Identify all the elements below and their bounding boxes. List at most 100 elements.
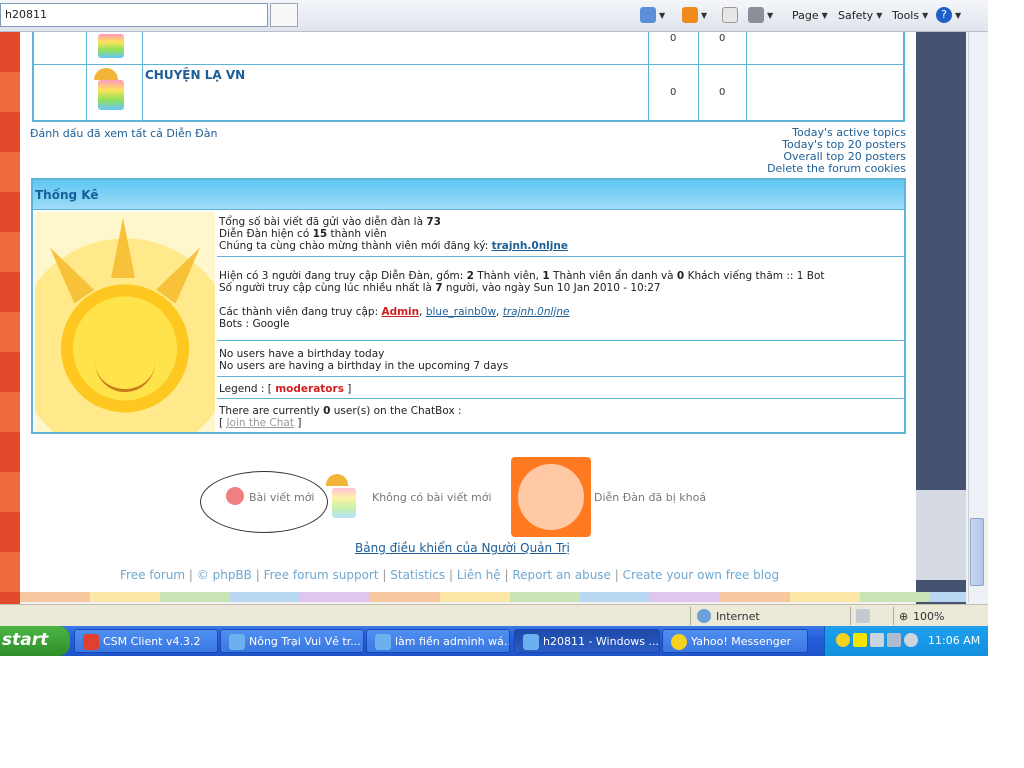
row-divider: [217, 376, 904, 377]
online-member-link[interactable]: trajnh.0nljne: [503, 306, 570, 318]
members-count: 15: [312, 228, 328, 240]
stats-birthdays: No users have a birthday today No users …: [219, 348, 904, 372]
left-decoration: [0, 32, 20, 606]
total-posts-label: Tổng số bài viết đã gửi vào diễn đàn là: [219, 216, 427, 228]
status-divider: [690, 607, 691, 625]
footer-separator: |: [382, 568, 387, 582]
join-chat-bracket: ]: [293, 417, 302, 429]
help-icon: ?: [936, 7, 952, 23]
stats-panel: Thống Kê Tổng số bài viết đã gửi vào diễ…: [31, 178, 906, 434]
footer-link[interactable]: Report an abuse: [512, 568, 611, 582]
delete-cookies-link[interactable]: Delete the forum cookies: [767, 163, 906, 175]
zoom-level[interactable]: 100%: [913, 610, 944, 623]
browser-toolbar: h20811 ▼ ▼ ▼ Page ▼ Safety ▼ Tools ▼ ? ▼: [0, 0, 988, 32]
task-button[interactable]: Nông Trại Vui Vẻ tr...: [220, 629, 364, 653]
app-tray-icon[interactable]: [904, 633, 918, 647]
forum-posts: 0: [719, 33, 726, 44]
newest-member-line: Chúng ta cùng chào mừng thành viên mới đ…: [219, 240, 904, 252]
task-button[interactable]: Yahoo! Messenger: [662, 629, 808, 653]
zone-label: Internet: [716, 610, 760, 623]
sun-ray: [155, 240, 211, 304]
footer-separator: |: [448, 568, 454, 582]
forum-icon: [98, 34, 124, 58]
sun-face: [95, 362, 155, 392]
status-divider: [850, 607, 851, 625]
task-button[interactable]: làm fiền adminh wá...: [366, 629, 510, 653]
footer-link[interactable]: Liên hệ: [457, 568, 501, 582]
screen: h20811 ▼ ▼ ▼ Page▼ Safety▼ Tools▼ ?▼: [0, 0, 988, 656]
task-label: làm fiền adminh wá...: [395, 635, 510, 648]
footer-link[interactable]: Create your own free blog: [623, 568, 779, 582]
online-members-label: Các thành viên đang truy cập:: [219, 306, 382, 318]
legend-label: Legend :: [219, 383, 268, 395]
page-menu[interactable]: Page ▼: [792, 6, 828, 24]
online-member-link[interactable]: blue_rainb0w: [426, 306, 496, 318]
mail-button[interactable]: [722, 6, 738, 24]
printer-icon: [748, 7, 764, 23]
join-chat-line: [ Join the Chat ]: [219, 417, 904, 429]
antivirus-tray-icon[interactable]: [853, 633, 867, 647]
sun-ray: [111, 218, 135, 278]
right-decoration-light: [916, 490, 966, 580]
print-button[interactable]: ▼: [748, 6, 773, 24]
volume-tray-icon[interactable]: [887, 633, 901, 647]
online-text: Khách viếng thăm :: 1 Bot: [684, 270, 825, 282]
forum-topics: 0: [670, 87, 677, 98]
divider: [32, 64, 905, 65]
page-menu-label: Page: [792, 8, 819, 22]
scrollbar-thumb[interactable]: [970, 518, 984, 586]
rss-icon: [682, 7, 698, 23]
legend-moderators: moderators: [275, 383, 344, 395]
footer-link[interactable]: Free forum: [120, 568, 185, 582]
divider: [698, 32, 699, 120]
stats-online: Hiện có 3 người đang truy cập Diễn Đàn, …: [219, 270, 904, 330]
row-divider: [217, 340, 904, 341]
admin-panel-link[interactable]: Bảng điều khiển của Người Quản Trị: [355, 541, 570, 555]
sun-ray: [39, 240, 95, 304]
footer-separator: |: [614, 568, 619, 582]
bots-label: Bots :: [219, 318, 253, 330]
vertical-scrollbar[interactable]: [968, 32, 986, 602]
task-button-active[interactable]: h20811 - Windows ...: [514, 629, 660, 653]
chatbox-line: There are currently 0 user(s) on the Cha…: [219, 405, 904, 417]
stats-chatbox: There are currently 0 user(s) on the Cha…: [219, 405, 904, 429]
no-new-posts-icon: [332, 488, 356, 518]
task-button[interactable]: CSM Client v4.3.2: [74, 629, 218, 653]
footer-separator: |: [188, 568, 193, 582]
chatbox-text: user(s) on the ChatBox :: [330, 405, 462, 417]
footer-link[interactable]: © phpBB: [197, 568, 252, 582]
home-button[interactable]: ▼: [640, 6, 665, 24]
footer-link[interactable]: Statistics: [390, 568, 445, 582]
legend-locked: Diễn Đàn đã bị khoá: [594, 491, 707, 504]
online-member-admin[interactable]: Admin: [381, 306, 419, 318]
stats-general: Tổng số bài viết đã gửi vào diễn đàn là …: [219, 216, 904, 252]
start-button[interactable]: start: [0, 626, 70, 656]
ie-icon: [229, 634, 245, 650]
mail-icon: [722, 7, 738, 23]
task-label: h20811 - Windows ...: [543, 635, 660, 648]
divider: [86, 32, 87, 120]
online-members-count: 2: [466, 270, 474, 282]
go-button[interactable]: [270, 3, 298, 27]
safety-menu[interactable]: Safety ▼: [838, 6, 882, 24]
feeds-button[interactable]: ▼: [682, 6, 707, 24]
protected-mode-icon[interactable]: [856, 609, 870, 623]
status-bar: Internet ⊕ 100%: [0, 604, 988, 626]
online-text: Thành viên ẩn danh và: [549, 270, 677, 282]
footer-separator: |: [504, 568, 509, 582]
mark-all-read-link[interactable]: Đánh dấu đã xem tất cả Diễn Đàn: [30, 127, 217, 140]
join-chat-link[interactable]: Join the Chat: [226, 417, 294, 429]
status-divider: [893, 607, 894, 625]
footer-link[interactable]: Free forum support: [264, 568, 379, 582]
newest-member-link[interactable]: trajnh.0nljne: [492, 240, 568, 252]
csm-icon: [83, 634, 99, 650]
forum-link[interactable]: CHUYỆN LẠ VN: [145, 68, 245, 82]
help-button[interactable]: ? ▼: [936, 6, 961, 24]
record-text: Số người truy cập cùng lúc nhiều nhất là: [219, 282, 436, 294]
address-bar[interactable]: h20811: [0, 3, 268, 27]
tools-menu[interactable]: Tools ▼: [892, 6, 928, 24]
network-tray-icon[interactable]: [870, 633, 884, 647]
task-label: Nông Trại Vui Vẻ tr...: [249, 635, 361, 648]
task-label: CSM Client v4.3.2: [103, 635, 201, 648]
messenger-tray-icon[interactable]: [836, 633, 850, 647]
